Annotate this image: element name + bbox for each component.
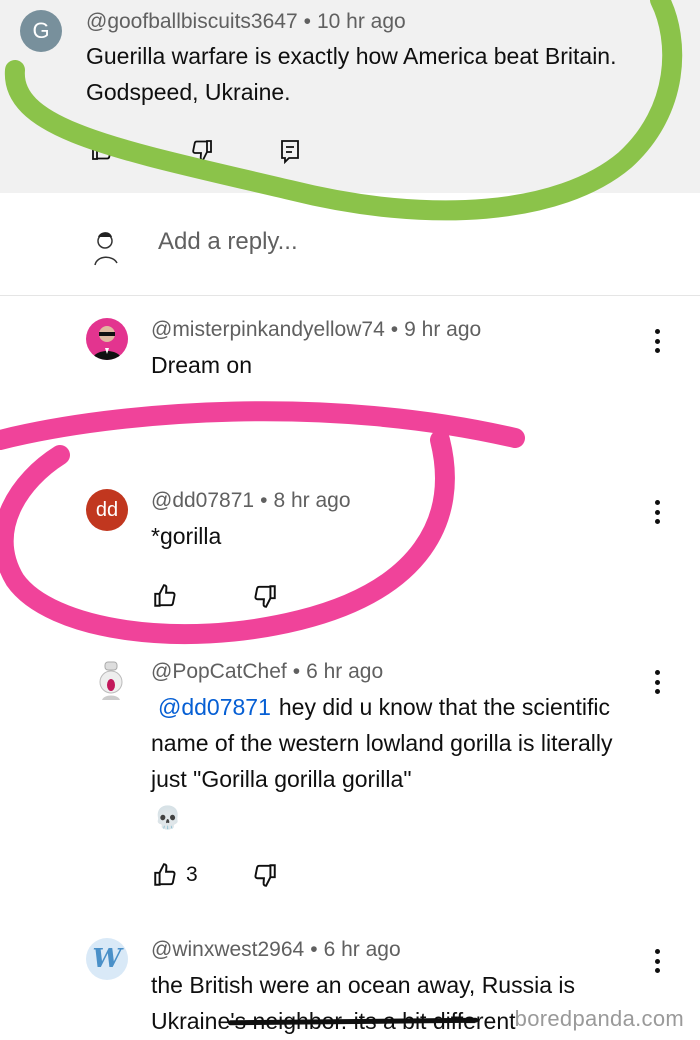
comment-text: @dd07871 hey did u know that the scientif… (151, 689, 651, 797)
user-avatar-icon (94, 232, 118, 266)
more-options-button[interactable] (647, 497, 667, 527)
comment-meta: @PopCatChef • 6 hr ago (151, 660, 383, 684)
popcat-chef-icon (99, 661, 123, 700)
dislike-button[interactable] (252, 583, 278, 609)
avatar[interactable]: W (86, 938, 128, 980)
more-vert-icon (654, 329, 660, 334)
skull-emoji: 💀 (154, 805, 182, 830)
thumbs-up-icon (154, 584, 176, 607)
comment-text: Dream on (151, 352, 252, 378)
divider (0, 295, 700, 296)
thumbs-up-icon (92, 139, 112, 160)
dislike-button[interactable] (252, 862, 278, 888)
thumbs-down-icon (192, 140, 212, 161)
comment-time: 9 hr ago (404, 318, 482, 341)
more-vert-icon (654, 500, 660, 505)
comment-time: 6 hr ago (323, 938, 401, 961)
avatar-letter: dd (95, 498, 119, 521)
more-vert-icon (654, 670, 660, 675)
mention-link[interactable]: @dd07871 (158, 694, 271, 720)
more-options-button[interactable] (647, 667, 667, 697)
like-button[interactable] (90, 138, 114, 162)
comment-time: 6 hr ago (306, 660, 384, 683)
avatar[interactable] (90, 660, 132, 702)
separator-dot: • (260, 489, 268, 512)
like-count: 3 (186, 863, 198, 886)
avatar[interactable]: dd (86, 489, 128, 531)
comment-handle[interactable]: @dd07871 (151, 489, 254, 512)
dislike-button[interactable] (190, 138, 214, 162)
separator-dot: • (310, 938, 318, 961)
comment-meta: @goofballbiscuits3647 • 10 hr ago (86, 10, 406, 34)
avatar-letter: G (32, 18, 50, 43)
like-button[interactable] (152, 583, 178, 609)
comment-meta: @winxwest2964 • 6 hr ago (151, 938, 401, 962)
comment-time: 8 hr ago (273, 489, 351, 512)
avatar[interactable]: G (20, 10, 62, 52)
separator-dot: • (390, 318, 399, 341)
comment-meta: @dd07871 • 8 hr ago (151, 489, 351, 513)
separator-dot: • (292, 660, 301, 683)
avatar-letter: W (92, 944, 122, 974)
separator-dot: • (303, 10, 311, 33)
comment-text: *gorilla (151, 523, 222, 549)
highlighted-comment: G @goofballbiscuits3647 • 10 hr ago Gueril… (0, 0, 700, 193)
more-vert-icon (654, 949, 660, 954)
reply-icon (281, 140, 299, 164)
comment-text: Guerilla warfare is exactly how America … (86, 43, 617, 105)
thumbs-up-icon (154, 863, 176, 886)
more-options-button[interactable] (647, 946, 667, 976)
reply-button[interactable] (278, 138, 302, 164)
avatar[interactable] (86, 318, 128, 360)
reply-input[interactable]: Add a reply... (158, 228, 298, 256)
comment-meta: @misterpinkandyellow74 • 9 hr ago (151, 318, 481, 342)
watermark: boredpanda.com (514, 1006, 684, 1031)
comment-handle[interactable]: @PopCatChef (151, 660, 287, 683)
comment-handle[interactable]: @goofballbiscuits3647 (86, 10, 298, 33)
more-options-button[interactable] (647, 326, 667, 356)
comment-handle[interactable]: @winxwest2964 (151, 938, 304, 961)
my-avatar (84, 224, 130, 270)
comment-time: 10 hr ago (316, 10, 406, 33)
thumbs-down-icon (254, 585, 276, 608)
thumbs-down-icon (254, 864, 276, 887)
like-button[interactable]: 3 (152, 862, 198, 888)
comment-handle[interactable]: @misterpinkandyellow74 (151, 318, 385, 341)
profile-photo-icon (92, 326, 122, 360)
